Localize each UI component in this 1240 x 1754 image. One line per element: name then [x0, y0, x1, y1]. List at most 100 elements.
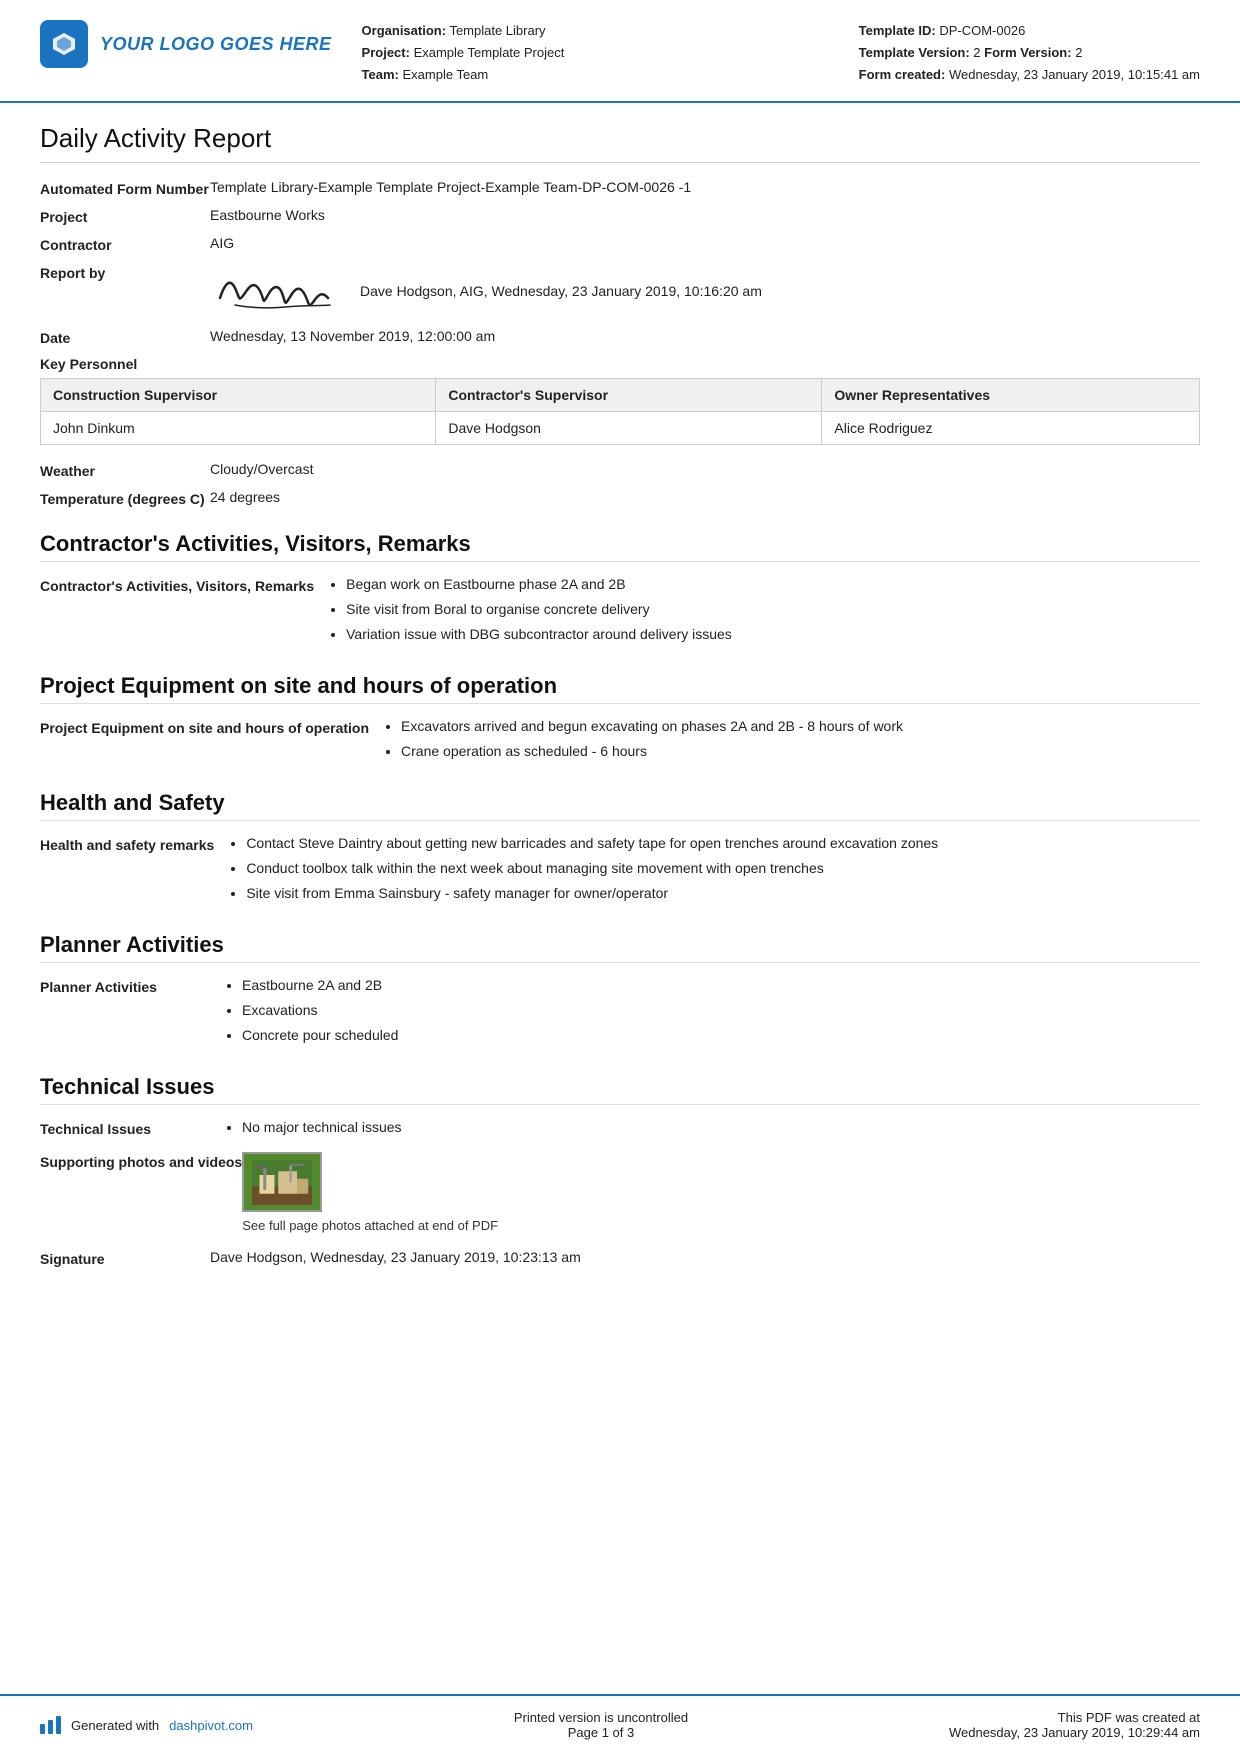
bar2 [48, 1720, 53, 1734]
footer-center-line1: Printed version is uncontrolled [514, 1710, 688, 1725]
logo-area: YOUR LOGO GOES HERE [40, 20, 332, 68]
bar3 [56, 1716, 61, 1734]
generated-text: Generated with [71, 1718, 159, 1733]
col-construction-supervisor: Construction Supervisor [41, 379, 436, 412]
planner-activities-section: Planner Activities Eastbourne 2A and 2B … [40, 975, 1200, 1050]
report-by-row: Report by Dave Hodgson, AIG, Wednesday, … [40, 263, 1200, 318]
cell-owner-representatives: Alice Rodriguez [822, 412, 1200, 445]
automated-form-row: Automated Form Number Template Library-E… [40, 179, 1200, 197]
org-row: Organisation: Template Library [362, 20, 859, 42]
project-row: Project: Example Template Project [362, 42, 859, 64]
header-meta: Organisation: Template Library Project: … [362, 20, 859, 86]
automated-form-value: Template Library-Example Template Projec… [210, 179, 1200, 195]
list-item: Excavations [242, 1000, 1200, 1021]
list-item: Site visit from Emma Sainsbury - safety … [246, 883, 1200, 904]
technical-issues-list: No major technical issues [210, 1117, 1200, 1142]
template-version-value: 2 [973, 45, 980, 60]
footer-center-line2: Page 1 of 3 [514, 1725, 688, 1740]
logo-icon [40, 20, 88, 68]
signature-svg [210, 263, 340, 318]
list-item: Began work on Eastbourne phase 2A and 2B [346, 574, 1200, 595]
health-safety-heading: Health and Safety [40, 790, 1200, 821]
personnel-header-row: Construction Supervisor Contractor's Sup… [41, 379, 1200, 412]
health-safety-label: Health and safety remarks [40, 833, 214, 856]
project-equipment-list: Excavators arrived and begun excavating … [369, 716, 1200, 766]
team-label: Team: [362, 67, 399, 82]
contractors-activities-section: Contractor's Activities, Visitors, Remar… [40, 574, 1200, 649]
supporting-photos-area: See full page photos attached at end of … [242, 1152, 1200, 1233]
date-row: Date Wednesday, 13 November 2019, 12:00:… [40, 328, 1200, 346]
list-item: Crane operation as scheduled - 6 hours [401, 741, 1200, 762]
org-label: Organisation: [362, 23, 447, 38]
team-value: Example Team [402, 67, 488, 82]
template-id-value: DP-COM-0026 [939, 23, 1025, 38]
org-value: Template Library [449, 23, 545, 38]
list-item: Eastbourne 2A and 2B [242, 975, 1200, 996]
contractor-row: Contractor AIG [40, 235, 1200, 253]
project-equipment-section: Project Equipment on site and hours of o… [40, 716, 1200, 766]
contractor-value: AIG [210, 235, 1200, 251]
header-right: Template ID: DP-COM-0026 Template Versio… [859, 20, 1200, 86]
report-by-text: Dave Hodgson, AIG, Wednesday, 23 January… [360, 283, 762, 299]
photo-caption: See full page photos attached at end of … [242, 1218, 1200, 1233]
signature-image [210, 263, 340, 318]
list-item: Conduct toolbox talk within the next wee… [246, 858, 1200, 879]
contractors-activities-list: Began work on Eastbourne phase 2A and 2B… [314, 574, 1200, 649]
photo-thumbnail [242, 1152, 322, 1212]
contractors-activities-label: Contractor's Activities, Visitors, Remar… [40, 574, 314, 597]
planner-activities-label: Planner Activities [40, 975, 210, 998]
list-item: No major technical issues [242, 1117, 1200, 1138]
personnel-table: Construction Supervisor Contractor's Sup… [40, 378, 1200, 445]
template-id-row: Template ID: DP-COM-0026 [859, 20, 1200, 42]
footer-left: Generated with dashpivot.com [40, 1716, 253, 1734]
temperature-value: 24 degrees [210, 489, 1200, 505]
planner-activities-list: Eastbourne 2A and 2B Excavations Concret… [210, 975, 1200, 1050]
signature-row: Signature Dave Hodgson, Wednesday, 23 Ja… [40, 1249, 1200, 1267]
date-label: Date [40, 328, 210, 346]
footer-center: Printed version is uncontrolled Page 1 o… [514, 1710, 688, 1740]
list-item: Contact Steve Daintry about getting new … [246, 833, 1200, 854]
cell-construction-supervisor: John Dinkum [41, 412, 436, 445]
technical-issues-section: Technical Issues No major technical issu… [40, 1117, 1200, 1142]
temperature-row: Temperature (degrees C) 24 degrees [40, 489, 1200, 507]
form-version-value: 2 [1075, 45, 1082, 60]
report-title: Daily Activity Report [40, 123, 1200, 163]
supporting-photos-label: Supporting photos and videos [40, 1152, 242, 1170]
health-safety-section: Health and safety remarks Contact Steve … [40, 833, 1200, 908]
dashpivot-link[interactable]: dashpivot.com [169, 1718, 253, 1733]
footer-right-line1: This PDF was created at [949, 1710, 1200, 1725]
team-row: Team: Example Team [362, 64, 859, 86]
project-row: Project Eastbourne Works [40, 207, 1200, 225]
planner-activities-heading: Planner Activities [40, 932, 1200, 963]
report-by-value-area: Dave Hodgson, AIG, Wednesday, 23 January… [210, 263, 1200, 318]
health-safety-list: Contact Steve Daintry about getting new … [214, 833, 1200, 908]
list-item: Excavators arrived and begun excavating … [401, 716, 1200, 737]
project-equipment-heading: Project Equipment on site and hours of o… [40, 673, 1200, 704]
weather-row: Weather Cloudy/Overcast [40, 461, 1200, 479]
form-created-label: Form created: [859, 67, 946, 82]
page: YOUR LOGO GOES HERE Organisation: Templa… [0, 0, 1240, 1754]
template-id-label: Template ID: [859, 23, 936, 38]
temperature-label: Temperature (degrees C) [40, 489, 210, 507]
project-field-value: Eastbourne Works [210, 207, 1200, 223]
footer: Generated with dashpivot.com Printed ver… [0, 1694, 1240, 1754]
logo-text: YOUR LOGO GOES HERE [100, 34, 332, 55]
project-equipment-label: Project Equipment on site and hours of o… [40, 716, 369, 739]
technical-issues-label: Technical Issues [40, 1117, 210, 1140]
key-personnel-label: Key Personnel [40, 356, 137, 372]
contractors-activities-heading: Contractor's Activities, Visitors, Remar… [40, 531, 1200, 562]
form-created-row: Form created: Wednesday, 23 January 2019… [859, 64, 1200, 86]
report-by-label: Report by [40, 263, 210, 281]
form-version-label: Form Version: [984, 45, 1071, 60]
date-value: Wednesday, 13 November 2019, 12:00:00 am [210, 328, 1200, 344]
key-personnel-heading-row: Key Personnel [40, 356, 1200, 372]
dashpivot-icon [40, 1716, 61, 1734]
signature-label: Signature [40, 1249, 210, 1267]
col-owner-representatives: Owner Representatives [822, 379, 1200, 412]
list-item: Concrete pour scheduled [242, 1025, 1200, 1046]
list-item: Site visit from Boral to organise concre… [346, 599, 1200, 620]
supporting-photos-row: Supporting photos and videos [40, 1152, 1200, 1233]
project-field-label: Project [40, 207, 210, 225]
thumbnail-svg [252, 1160, 312, 1205]
col-contractors-supervisor: Contractor's Supervisor [436, 379, 822, 412]
